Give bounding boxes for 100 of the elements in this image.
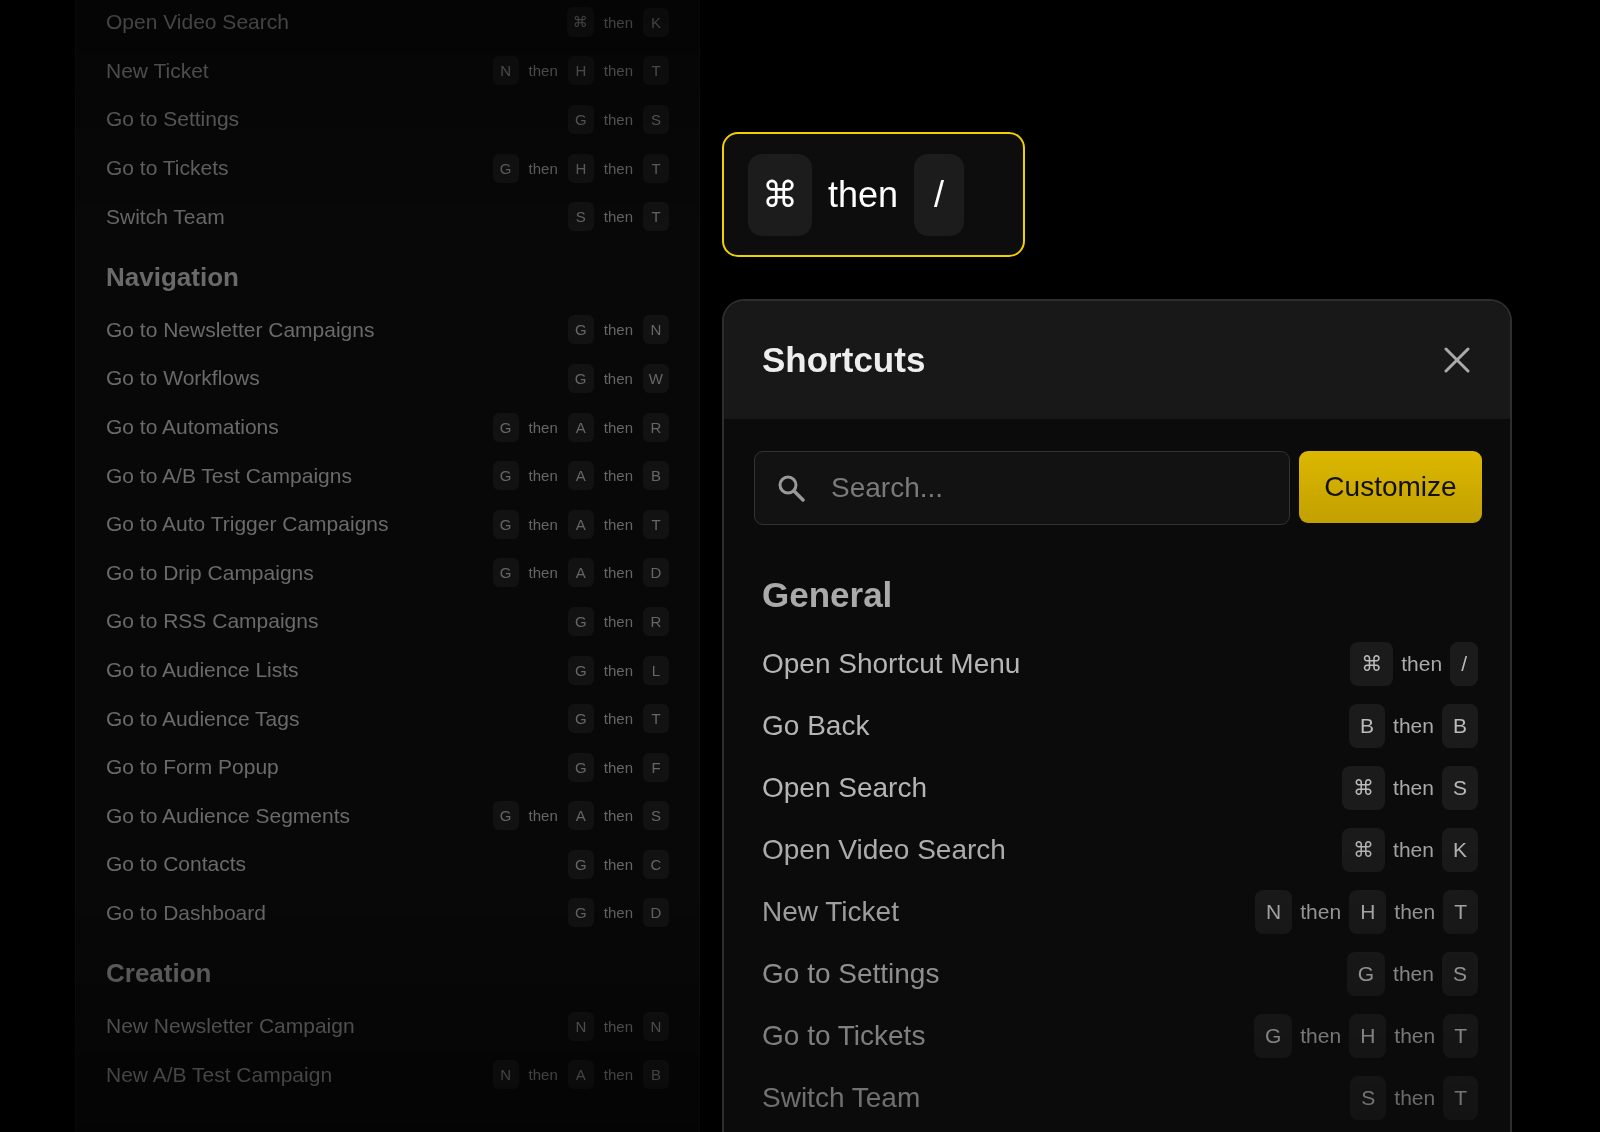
sequence-word: then [602, 758, 634, 776]
key-cap: H [1349, 890, 1387, 934]
key-cap: R [643, 412, 669, 442]
sequence-word: then [1393, 838, 1434, 862]
shortcut-label: Open Video Search [106, 10, 289, 35]
sequence-word: then [602, 904, 634, 922]
key-cap: G [567, 315, 594, 345]
customize-button[interactable]: Customize [1299, 451, 1482, 523]
sequence-word: then [527, 807, 559, 825]
key-cap: N [1255, 890, 1293, 934]
key-cap: G [567, 849, 594, 879]
key-cap: G [567, 363, 594, 393]
sequence-word: then [1394, 1024, 1436, 1048]
shortcut-label: Open Video Search [762, 834, 1006, 866]
sequence-word: then [602, 62, 634, 80]
shortcut-label: Go to Audience Segments [106, 803, 350, 828]
key-cap: G [567, 898, 594, 928]
key-cap: D [643, 898, 669, 928]
sequence-word: then [527, 159, 559, 177]
shortcut-label: Open Search [762, 772, 927, 804]
sequence-word: then [527, 515, 559, 533]
key-cap: H [1349, 1014, 1387, 1058]
sequence-word: then [602, 418, 634, 436]
sequence-word: then [527, 467, 559, 485]
sequence-word: then [602, 515, 634, 533]
key-cap: B [1349, 704, 1386, 748]
sequence-word: then [1394, 900, 1436, 924]
key-cap: D [643, 558, 669, 588]
key-cap: S [643, 801, 669, 831]
shortcut-label: Go to Automations [106, 415, 279, 440]
key-cap: ⌘ [1350, 642, 1394, 686]
sequence-word: then [602, 1017, 634, 1035]
sequence-word: then [602, 321, 634, 339]
key-cap: ⌘ [566, 7, 594, 38]
sequence-word: then [1393, 776, 1434, 800]
key-cap: T [1443, 890, 1478, 934]
shortcut-label: Go to Audience Tags [106, 706, 300, 731]
key-cap: G [567, 704, 594, 734]
sequence-word: then [1401, 652, 1443, 676]
shortcut-label: Go to RSS Campaigns [106, 609, 319, 634]
key-cap: L [643, 655, 669, 685]
key-cap: / [1450, 642, 1478, 686]
key-cap: ⌘ [1342, 766, 1386, 810]
sequence-word: then [1394, 1086, 1436, 1110]
shortcut-label: Go to A/B Test Campaigns [106, 463, 352, 488]
search-field[interactable]: Search... [754, 451, 1290, 525]
key-cap: G [567, 655, 594, 685]
shortcut-label: Go to Workflows [106, 366, 260, 391]
key-cap: F [643, 752, 669, 782]
key-cap: N [492, 56, 519, 86]
section-heading: General [762, 575, 893, 615]
key-cap: A [567, 801, 594, 831]
shortcut-label: Open Shortcut Menu [762, 648, 1021, 680]
key-cap: A [567, 558, 594, 588]
key-cap: N [643, 315, 669, 345]
key-cap: T [643, 153, 669, 183]
search-icon [777, 474, 805, 502]
key-cap: G [492, 558, 519, 588]
key-cap: G [492, 509, 519, 539]
sequence-word: then [602, 855, 634, 873]
key-cap: N [567, 1011, 594, 1041]
sequence-word: then [527, 564, 559, 582]
key-cap: B [1442, 704, 1478, 748]
key-cap: S [1442, 766, 1478, 810]
key-cap: N [643, 1011, 669, 1041]
key-cap: A [567, 412, 594, 442]
key-cap: T [1443, 1076, 1478, 1120]
sequence-word: then [602, 467, 634, 485]
sequence-word: then [602, 807, 634, 825]
shortcut-label: Go to Form Popup [106, 755, 279, 780]
sequence-word: then [602, 159, 634, 177]
sequence-word: then [602, 564, 634, 582]
sequence-word: then [602, 1066, 634, 1084]
sequence-word: then [602, 612, 634, 630]
shortcut-label: Go to Auto Trigger Campaigns [106, 512, 389, 537]
close-icon [1444, 347, 1470, 373]
key-cap: T [643, 509, 669, 539]
key-cap: S [567, 202, 594, 232]
sequence-word: then [1300, 900, 1342, 924]
sequence-word: then [602, 111, 634, 128]
shortcut-label: Go to Audience Lists [106, 658, 299, 682]
shortcut-label: Go to Dashboard [106, 901, 266, 925]
key-cap: C [643, 849, 669, 879]
section-heading: Creation [106, 957, 212, 991]
key-cap: G [1253, 1014, 1293, 1058]
sequence-word: then [527, 62, 559, 80]
key-cap: G [567, 752, 594, 782]
key-cap: G [567, 606, 594, 636]
key-cap: G [492, 461, 519, 491]
sequence-word: then [602, 661, 634, 679]
sequence-word: then [828, 173, 899, 216]
search-input[interactable]: Search... [829, 471, 1267, 505]
shortcut-label: Go to Newsletter Campaigns [106, 317, 375, 342]
key-cap: T [643, 56, 669, 86]
key-cap: G [492, 412, 519, 442]
shortcut-label: Go Back [762, 710, 870, 742]
shortcut-label: Go to Contacts [106, 852, 247, 877]
key-cap: S [1442, 952, 1478, 996]
sequence-word: then [602, 208, 634, 226]
sequence-word: then [1393, 962, 1434, 986]
